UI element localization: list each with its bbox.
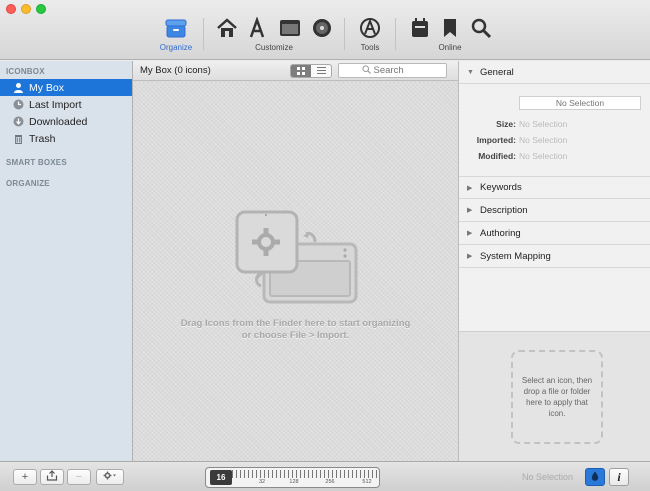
size-slider-thumb[interactable]: 16 (210, 470, 232, 485)
sidebar-item-my-box[interactable]: My Box (0, 79, 132, 96)
toolbar-separator (203, 18, 204, 50)
remove-button[interactable]: − (67, 469, 91, 485)
size-tick-label: 256 (325, 479, 335, 485)
grid-view-icon[interactable] (291, 65, 311, 77)
empty-state-line-1: Drag Icons from the Finder here to start… (180, 318, 411, 329)
organize-box-icon[interactable] (164, 16, 188, 40)
gear-icon (103, 471, 117, 483)
box-title: My Box (0 icons) (140, 65, 211, 76)
search-input[interactable] (373, 65, 424, 76)
section-label: System Mapping (480, 250, 551, 262)
inspector-details: ▼ General Size: No Selection Imported: N… (459, 61, 650, 331)
section-authoring[interactable]: ▶ Authoring (459, 222, 650, 245)
icon-name-field[interactable] (519, 96, 641, 110)
empty-state-message: Drag Icons from the Finder here to start… (133, 318, 458, 342)
size-value: No Selection (519, 119, 568, 129)
toolbar-tools-label[interactable]: Tools (361, 43, 380, 52)
sidebar-header-smart-boxes[interactable]: SMART BOXES (6, 158, 67, 167)
section-general[interactable]: ▼ General (459, 61, 650, 84)
icon-browser: My Box (0 icons) Search Drag Icons from … (133, 61, 458, 461)
calendar-icon[interactable] (408, 16, 432, 40)
info-button[interactable]: i (609, 468, 629, 486)
drop-icon (591, 471, 599, 484)
sidebar-header-organize[interactable]: ORGANIZE (6, 179, 50, 188)
magnifier-icon (361, 64, 371, 77)
apply-icon-drop-zone[interactable]: Select an icon, then drop a file or fold… (511, 350, 603, 444)
bottom-bar: + − 16 32 128 256 512 No Selection i (0, 461, 650, 491)
modified-value: No Selection (519, 151, 568, 161)
sidebar-item-label: Trash (29, 132, 56, 145)
browser-header: My Box (0 icons) (133, 61, 458, 81)
icon-drop-area[interactable]: Drag Icons from the Finder here to start… (133, 82, 458, 461)
icon-size-slider[interactable]: 16 32 128 256 512 (205, 467, 380, 488)
section-label: Authoring (480, 227, 521, 239)
section-keywords[interactable]: ▶ Keywords (459, 176, 650, 199)
share-button[interactable] (40, 469, 64, 485)
toolbar-separator (344, 18, 345, 50)
tools-icon[interactable] (358, 16, 382, 40)
sidebar: ICONBOX My Box Last Import Downloaded Tr… (0, 61, 133, 461)
cd-icon[interactable] (310, 16, 334, 40)
app-store-icon[interactable] (245, 16, 269, 40)
imported-label: Imported: (476, 135, 516, 145)
trash-icon (12, 133, 24, 145)
download-icon (12, 116, 24, 128)
clock-icon (12, 99, 24, 111)
apply-icon-panel: Select an icon, then drop a file or fold… (459, 331, 650, 461)
disclosure-closed-icon: ▶ (467, 184, 473, 192)
sidebar-item-last-import[interactable]: Last Import (0, 96, 132, 113)
size-scale-ticks (232, 470, 377, 478)
toolbar-separator (395, 18, 396, 50)
sidebar-item-label: Last Import (29, 98, 82, 111)
empty-state-line-2: or choose File > Import. (241, 330, 350, 341)
window-icon[interactable] (278, 16, 302, 40)
modified-label: Modified: (478, 151, 516, 161)
imported-value: No Selection (519, 135, 568, 145)
section-label: Description (480, 204, 528, 216)
toolbar-customize-label[interactable]: Customize (255, 43, 293, 52)
sidebar-header-iconbox: ICONBOX (6, 67, 45, 76)
search-field[interactable] (338, 63, 447, 78)
sidebar-item-label: Downloaded (29, 115, 88, 128)
disclosure-closed-icon: ▶ (467, 253, 473, 260)
minimize-window-button[interactable] (21, 4, 31, 14)
toolbar-online-label[interactable]: Online (438, 43, 461, 52)
list-view-icon[interactable] (311, 65, 331, 77)
home-icon[interactable] (215, 16, 239, 40)
disclosure-closed-icon: ▶ (467, 230, 473, 237)
disclosure-closed-icon: ▶ (467, 207, 473, 214)
inspector-panel: ▼ General Size: No Selection Imported: N… (458, 61, 650, 461)
size-label: Size: (496, 119, 516, 129)
close-window-button[interactable] (6, 4, 16, 14)
size-tick-label: 128 (289, 479, 299, 485)
section-system-mapping[interactable]: ▶ System Mapping (459, 245, 650, 268)
add-button[interactable]: + (13, 469, 37, 485)
sidebar-item-trash[interactable]: Trash (0, 130, 132, 147)
bookmark-icon[interactable] (438, 16, 462, 40)
user-icon (12, 82, 24, 94)
zoom-window-button[interactable] (36, 4, 46, 14)
colorize-button[interactable] (585, 468, 605, 486)
share-icon (46, 470, 58, 484)
empty-box-illustration (235, 210, 358, 304)
sidebar-item-downloaded[interactable]: Downloaded (0, 113, 132, 130)
selection-status: No Selection (522, 472, 574, 482)
search-icon[interactable] (469, 16, 493, 40)
toolbar: Organize Customize Tools Online (0, 0, 650, 60)
section-label: Keywords (480, 182, 522, 193)
toolbar-organize-label[interactable]: Organize (160, 43, 192, 52)
view-mode-switch[interactable] (290, 64, 332, 78)
sidebar-item-label: My Box (29, 81, 65, 94)
action-menu-button[interactable] (96, 469, 124, 485)
section-description[interactable]: ▶ Description (459, 199, 650, 222)
section-label: General (480, 66, 514, 78)
size-tick-label: 32 (258, 479, 266, 485)
disclosure-open-icon: ▼ (467, 68, 474, 76)
size-tick-label: 512 (362, 479, 372, 485)
